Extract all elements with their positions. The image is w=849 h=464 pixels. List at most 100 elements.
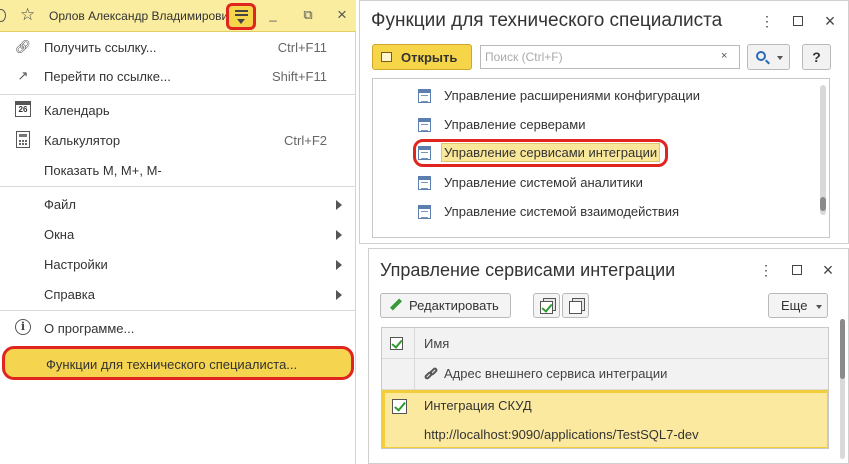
search-placeholder: Поиск (Ctrl+F) <box>485 50 563 64</box>
list-item[interactable]: Управление серверами <box>373 110 813 138</box>
menu-item-shortcut: Shift+F11 <box>271 69 327 84</box>
open-icon <box>381 52 392 62</box>
maximize-button[interactable] <box>793 16 803 26</box>
history-icon[interactable] <box>0 9 6 22</box>
integration-services-window: Управление сервисами интеграции ⋮ × Реда… <box>368 248 849 464</box>
clear-icon[interactable]: × <box>721 50 727 62</box>
form-icon <box>418 118 431 132</box>
main-menu-panel: ☆ Орлов Александр Владимирович _ ⧉ × 🔗︎ … <box>0 0 356 464</box>
chevron-right-icon <box>336 230 342 240</box>
menu-item-settings[interactable]: Настройки <box>0 250 356 278</box>
menu-item-label: Справка <box>44 287 95 302</box>
check-all-button[interactable] <box>533 293 560 318</box>
uncheck-all-icon <box>569 301 582 314</box>
window-title: Управление сервисами интеграции <box>380 260 676 280</box>
menu-item-label: Показать М, М+, М- <box>44 163 162 178</box>
menu-item-file[interactable]: Файл <box>0 190 356 218</box>
table-header-row-2: Адрес внешнего сервиса интеграции <box>382 359 828 390</box>
more-button[interactable]: Еще <box>768 293 828 318</box>
main-menu-header: ☆ Орлов Александр Владимирович _ ⧉ × <box>0 0 356 32</box>
search-icon <box>756 51 766 61</box>
menu-item-about[interactable]: i О программе... <box>0 314 356 342</box>
more-actions-icon[interactable]: ⋮ <box>757 261 775 279</box>
close-button[interactable]: × <box>333 6 351 24</box>
menu-lines-icon <box>235 10 248 12</box>
menu-item-label: О программе... <box>44 321 135 336</box>
list-item-label: Управление системой аналитики <box>444 175 643 190</box>
cell-name: Интеграция СКУД <box>424 398 532 413</box>
list-item-label: Управление системой взаимодействия <box>444 204 680 219</box>
chevron-right-icon <box>336 260 342 270</box>
list-item[interactable]: Управление расширениями конфигурации <box>373 81 813 109</box>
list-item-selected[interactable]: Управление сервисами интеграции <box>373 138 813 167</box>
search-button[interactable] <box>747 44 790 70</box>
chevron-down-icon <box>237 19 245 24</box>
close-button[interactable]: × <box>819 261 837 279</box>
list-item-label: Управление сервисами интеграции <box>441 143 661 162</box>
menu-divider <box>0 94 356 95</box>
column-header-name[interactable]: Имя <box>424 336 449 351</box>
chevron-right-icon <box>336 200 342 210</box>
services-table: Имя Адрес внешнего сервиса интеграции Ин… <box>381 327 829 449</box>
search-input[interactable]: Поиск (Ctrl+F) × <box>480 45 740 69</box>
menu-item-label: Настройки <box>44 257 108 272</box>
menu-item-label: Функции для технического специалиста... <box>46 357 298 372</box>
list-item-label: Управление серверами <box>444 117 586 132</box>
menu-item-label: Получить ссылку... <box>44 40 157 55</box>
menu-item-calendar[interactable]: 26 Календарь <box>0 96 356 124</box>
main-menu-button[interactable] <box>226 3 256 30</box>
menu-divider <box>0 310 356 311</box>
chevron-down-icon <box>777 56 783 60</box>
column-divider <box>414 328 415 390</box>
link-icon: 🔗︎ <box>14 39 32 54</box>
pencil-icon <box>389 299 401 311</box>
window-title: Функции для технического специалиста <box>371 10 723 31</box>
menu-divider <box>0 186 356 187</box>
minimize-button[interactable]: _ <box>264 6 282 24</box>
edit-button[interactable]: Редактировать <box>380 293 511 318</box>
menu-item-label: Калькулятор <box>44 133 121 148</box>
table-row[interactable]: Интеграция СКУД http://localhost:9090/ap… <box>382 390 828 448</box>
menu-item-show-memory[interactable]: Показать М, М+, М- <box>0 156 356 184</box>
restore-button[interactable]: ⧉ <box>299 6 317 24</box>
form-icon <box>418 146 431 160</box>
list-item-label: Управление расширениями конфигурации <box>444 88 701 103</box>
favorites-star-icon[interactable]: ☆ <box>20 5 35 25</box>
menu-item-shortcut: Ctrl+F11 <box>277 40 327 55</box>
menu-item-shortcut: Ctrl+F2 <box>284 133 327 148</box>
menu-item-get-link[interactable]: 🔗︎ Получить ссылку... Ctrl+F11 <box>0 33 356 61</box>
check-all-icon <box>540 301 553 314</box>
scrollbar-thumb[interactable] <box>840 319 845 379</box>
edit-button-label: Редактировать <box>409 298 499 313</box>
menu-item-tech-specialist-functions[interactable]: Функции для технического специалиста... <box>2 346 354 380</box>
calendar-icon: 26 <box>15 101 31 117</box>
menu-item-windows[interactable]: Окна <box>0 220 356 248</box>
more-actions-icon[interactable]: ⋮ <box>758 12 776 30</box>
chevron-right-icon <box>336 290 342 300</box>
form-icon <box>418 176 431 190</box>
open-button[interactable]: Открыть <box>372 44 472 70</box>
list-item[interactable]: Управление системой взаимодействия <box>373 197 813 225</box>
user-name: Орлов Александр Владимирович <box>49 9 235 23</box>
row-checkbox[interactable] <box>392 399 407 414</box>
menu-item-help[interactable]: Справка <box>0 280 356 308</box>
list-item[interactable]: Управление системой аналитики <box>373 168 813 196</box>
menu-item-goto-link[interactable]: ↗︎ Перейти по ссылке... Shift+F11 <box>0 62 356 90</box>
close-button[interactable]: × <box>821 12 839 30</box>
help-button[interactable]: ? <box>802 44 831 70</box>
menu-item-label: Перейти по ссылке... <box>44 69 171 84</box>
maximize-button[interactable] <box>792 265 802 275</box>
menu-item-calculator[interactable]: Калькулятор Ctrl+F2 <box>0 126 356 154</box>
uncheck-all-button[interactable] <box>562 293 589 318</box>
scrollbar-thumb[interactable] <box>820 197 826 211</box>
chevron-down-icon <box>816 305 822 309</box>
info-icon: i <box>15 319 31 335</box>
menu-item-label: Файл <box>44 197 76 212</box>
column-header-address[interactable]: Адрес внешнего сервиса интеграции <box>444 366 667 381</box>
menu-item-label: Окна <box>44 227 75 242</box>
form-icon <box>418 205 431 219</box>
table-header-row: Имя <box>382 328 828 359</box>
open-button-label: Открыть <box>401 50 458 65</box>
scrollbar[interactable] <box>820 85 826 215</box>
header-checkbox-icon[interactable] <box>390 337 403 350</box>
